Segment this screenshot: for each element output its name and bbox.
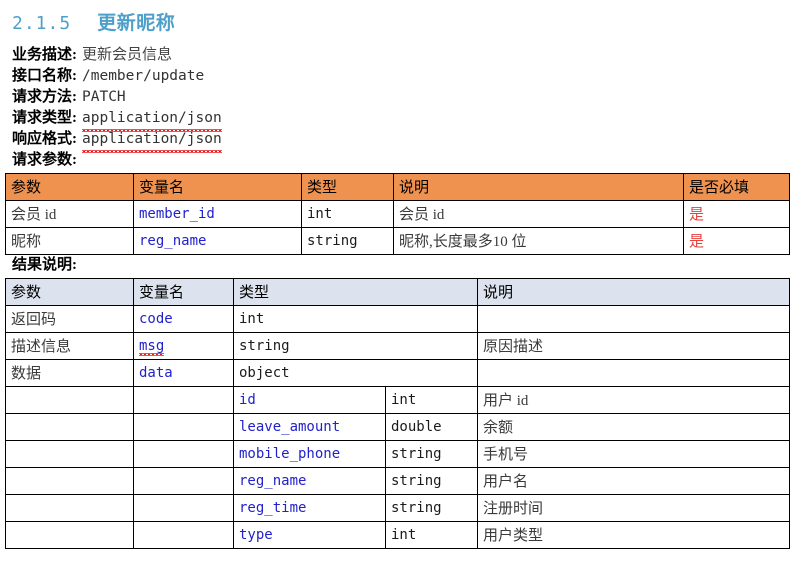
nested-row-2-spacer-param (5, 440, 134, 468)
nested-row-3-spacer-param (5, 467, 134, 495)
meta-label-endpoint: 接口名称: (12, 68, 77, 84)
request-header-desc: 说明 (393, 173, 684, 201)
result-description-table: 参数 变量名 类型 说明 返回码 code int 描述信息 msg strin… (5, 278, 791, 549)
meta-value-endpoint: /member/update (82, 68, 205, 84)
result-row-2-variable: data (133, 359, 234, 387)
table-row: 昵称 reg_name string 昵称,长度最多10 位 是 (5, 227, 790, 255)
request-row-0-type: int (301, 200, 394, 228)
meta-label-method: 请求方法: (12, 89, 77, 105)
meta-value-description: 更新会员信息 (82, 47, 173, 63)
table-header-row: 参数 变量名 类型 说明 是否必填 (5, 173, 790, 201)
table-header-row: 参数 变量名 类型 说明 (5, 278, 791, 306)
meta-row-request-type: 请求类型: application/json (12, 108, 794, 132)
nested-row-4-field: reg_time (233, 494, 386, 522)
page-title: 2.1.5 更新昵称 (0, 0, 794, 35)
nested-row-5-spacer-variable (133, 521, 234, 549)
nested-row-1-field: leave_amount (233, 413, 386, 441)
result-row-1-variable: msg (139, 337, 165, 356)
meta-row-method: 请求方法: PATCH (12, 87, 794, 108)
nested-row-4-type: string (384, 494, 479, 522)
meta-value-method: PATCH (82, 89, 126, 105)
nested-row-0-spacer-param (5, 386, 134, 414)
result-row-0-desc (477, 305, 791, 333)
result-row-2-desc (477, 359, 791, 387)
nested-row-5-desc: 用户类型 (477, 521, 791, 549)
request-header-variable: 变量名 (133, 173, 302, 201)
result-row-1-variable-cell: msg (133, 332, 234, 360)
request-header-param: 参数 (5, 173, 134, 201)
request-row-1-desc: 昵称,长度最多10 位 (393, 227, 684, 255)
result-row-2-param: 数据 (5, 359, 134, 387)
request-row-0-variable: member_id (133, 200, 302, 228)
table-row: 描述信息 msg string 原因描述 (5, 332, 791, 360)
meta-value-response-format: application/json (82, 129, 222, 153)
table-row: reg_name string 用户名 (5, 467, 791, 495)
nested-row-0-field: id (233, 386, 386, 414)
result-description-label: 结果说明: (12, 257, 77, 273)
section-title-text: 更新昵称 (97, 13, 176, 34)
nested-row-2-spacer-variable (133, 440, 234, 468)
result-row-0-param: 返回码 (5, 305, 134, 333)
request-row-0-param: 会员 id (5, 200, 134, 228)
table-row: reg_time string 注册时间 (5, 494, 791, 522)
result-row-1-param: 描述信息 (5, 332, 134, 360)
result-header-variable: 变量名 (133, 278, 234, 306)
request-row-1-required: 是 (683, 227, 790, 255)
result-row-0-variable: code (133, 305, 234, 333)
request-row-1-variable: reg_name (133, 227, 302, 255)
meta-row-endpoint: 接口名称: /member/update (12, 66, 794, 87)
nested-row-1-desc: 余额 (477, 413, 791, 441)
meta-label-description: 业务描述: (12, 47, 77, 63)
nested-row-1-spacer-param (5, 413, 134, 441)
request-params-table: 参数 变量名 类型 说明 是否必填 会员 id member_id int 会员… (5, 173, 790, 255)
table-row: leave_amount double 余额 (5, 413, 791, 441)
table-row: mobile_phone string 手机号 (5, 440, 791, 468)
meta-label-request-type: 请求类型: (12, 110, 77, 126)
request-row-0-desc: 会员 id (393, 200, 684, 228)
table-row: type int 用户类型 (5, 521, 791, 549)
result-header-desc: 说明 (477, 278, 791, 306)
nested-row-3-desc: 用户名 (477, 467, 791, 495)
nested-row-0-spacer-variable (133, 386, 234, 414)
result-row-0-type: int (232, 305, 479, 333)
nested-row-3-spacer-variable (133, 467, 234, 495)
meta-row-description: 业务描述: 更新会员信息 (12, 45, 794, 66)
api-meta-block: 业务描述: 更新会员信息 接口名称: /member/update 请求方法: … (0, 45, 794, 153)
nested-row-5-spacer-param (5, 521, 134, 549)
meta-value-request-type: application/json (82, 108, 222, 132)
table-row: id int 用户 id (5, 386, 791, 414)
meta-label-response-format: 响应格式: (12, 131, 77, 147)
table-row: 数据 data object (5, 359, 791, 387)
nested-row-2-type: string (384, 440, 479, 468)
result-row-1-desc: 原因描述 (477, 332, 791, 360)
request-row-1-type: string (301, 227, 394, 255)
nested-row-5-type: int (384, 521, 479, 549)
result-header-param: 参数 (5, 278, 134, 306)
nested-row-0-type: int (384, 386, 479, 414)
nested-row-4-desc: 注册时间 (477, 494, 791, 522)
result-row-1-type: string (232, 332, 479, 360)
request-header-type: 类型 (301, 173, 394, 201)
nested-row-4-spacer-variable (133, 494, 234, 522)
nested-row-3-type: string (384, 467, 479, 495)
nested-row-1-type: double (384, 413, 479, 441)
table-row: 会员 id member_id int 会员 id 是 (5, 200, 790, 228)
nested-row-4-spacer-param (5, 494, 134, 522)
request-row-1-param: 昵称 (5, 227, 134, 255)
document-page: 2.1.5 更新昵称 业务描述: 更新会员信息 接口名称: /member/upd… (0, 0, 794, 581)
section-number: 2.1.5 (12, 13, 72, 34)
table-row: 返回码 code int (5, 305, 791, 333)
nested-row-2-field: mobile_phone (233, 440, 386, 468)
result-header-type: 类型 (232, 278, 479, 306)
nested-row-0-desc: 用户 id (477, 386, 791, 414)
result-row-2-type: object (232, 359, 479, 387)
request-header-required: 是否必填 (683, 173, 790, 201)
nested-row-1-spacer-variable (133, 413, 234, 441)
request-row-0-required: 是 (683, 200, 790, 228)
request-params-label: 请求参数: (12, 152, 77, 168)
nested-row-2-desc: 手机号 (477, 440, 791, 468)
nested-row-5-field: type (233, 521, 386, 549)
meta-row-response-format: 响应格式: application/json (12, 129, 794, 153)
nested-row-3-field: reg_name (233, 467, 386, 495)
